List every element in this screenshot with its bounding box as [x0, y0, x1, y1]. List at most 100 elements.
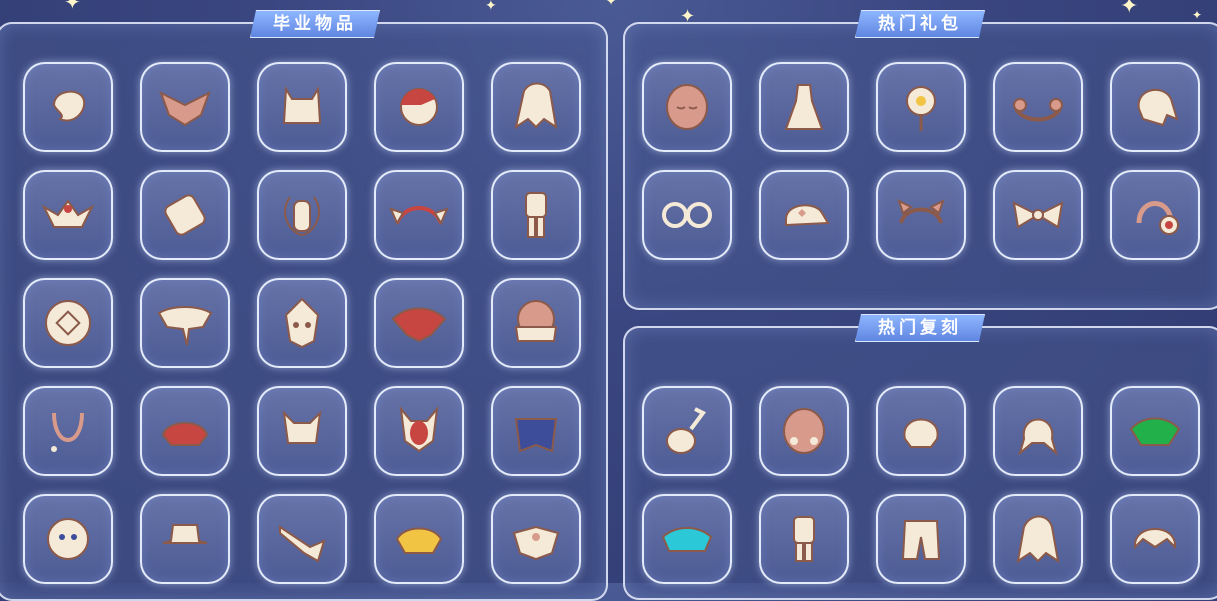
hot-reruns-grid	[642, 386, 1200, 584]
item-slot[interactable]	[491, 494, 581, 584]
item-slot[interactable]	[23, 62, 113, 152]
hot-packs-grid	[642, 62, 1200, 260]
item-slot[interactable]	[257, 494, 347, 584]
shield-ornament-icon	[36, 291, 100, 355]
star-icon: ✦	[64, 0, 81, 14]
long-hair-icon	[504, 75, 568, 139]
round-mask-icon	[36, 507, 100, 571]
item-slot[interactable]	[140, 62, 230, 152]
hair-curl-icon	[36, 75, 100, 139]
round-glasses-icon	[655, 183, 719, 247]
short-hair-icon	[1123, 507, 1187, 571]
section-title-hot-reruns: 热门复刻	[855, 314, 985, 342]
flower-headband-icon	[1006, 75, 1070, 139]
jester-collar-icon	[36, 183, 100, 247]
section-title-hot-packs: 热门礼包	[855, 10, 985, 38]
item-slot[interactable]	[23, 278, 113, 368]
star-icon: ✦	[1120, 0, 1139, 19]
item-slot[interactable]	[23, 386, 113, 476]
item-slot[interactable]	[759, 170, 849, 260]
item-slot[interactable]	[642, 170, 732, 260]
item-slot[interactable]	[257, 386, 347, 476]
section-title-graduation: 毕业物品	[250, 10, 380, 38]
headphones-icon	[1123, 183, 1187, 247]
item-slot[interactable]	[23, 170, 113, 260]
item-slot[interactable]	[876, 62, 966, 152]
item-slot[interactable]	[257, 62, 347, 152]
crescent-mask-icon	[387, 75, 451, 139]
item-slot[interactable]	[491, 62, 581, 152]
item-slot[interactable]	[23, 494, 113, 584]
item-slot[interactable]	[491, 170, 581, 260]
ponytail-hair-icon	[1123, 75, 1187, 139]
item-slot[interactable]	[876, 386, 966, 476]
red-cape-short-icon	[153, 399, 217, 463]
horned-red-mask-icon	[387, 399, 451, 463]
twin-tails-hair-icon	[1006, 399, 1070, 463]
curly-hair-icon	[1006, 507, 1070, 571]
item-slot[interactable]	[993, 62, 1083, 152]
item-slot[interactable]	[876, 494, 966, 584]
item-slot[interactable]	[1110, 386, 1200, 476]
item-slot[interactable]	[642, 62, 732, 152]
ukulele-icon	[655, 399, 719, 463]
blush-mask-icon	[772, 399, 836, 463]
item-slot[interactable]	[759, 386, 849, 476]
hat-icon	[153, 507, 217, 571]
item-slot[interactable]	[759, 62, 849, 152]
star-icon: ✦	[485, 0, 497, 14]
item-slot[interactable]	[374, 170, 464, 260]
item-slot[interactable]	[1110, 494, 1200, 584]
item-slot[interactable]	[374, 494, 464, 584]
graduation-items-grid	[23, 62, 581, 584]
item-slot[interactable]	[876, 170, 966, 260]
cap-icon	[772, 183, 836, 247]
star-icon: ✦	[1192, 8, 1203, 22]
bow-icon	[1006, 183, 1070, 247]
yellow-cape-icon	[387, 507, 451, 571]
pants-icon	[889, 507, 953, 571]
item-slot[interactable]	[374, 278, 464, 368]
item-slot[interactable]	[257, 170, 347, 260]
horn-hair-icon	[270, 399, 334, 463]
owl-mask-icon	[270, 291, 334, 355]
item-slot[interactable]	[759, 494, 849, 584]
item-slot[interactable]	[140, 170, 230, 260]
ear-headband-icon	[889, 183, 953, 247]
item-slot[interactable]	[140, 494, 230, 584]
dress-outfit-icon	[772, 75, 836, 139]
item-slot[interactable]	[642, 494, 732, 584]
flower-icon	[889, 75, 953, 139]
white-collar-cape-icon	[504, 507, 568, 571]
star-icon: ✦	[606, 0, 617, 8]
scarf-mask-icon	[504, 291, 568, 355]
sleepy-mask-icon	[655, 75, 719, 139]
cyan-cape-icon	[655, 507, 719, 571]
item-slot[interactable]	[140, 386, 230, 476]
moon-mask-icon	[270, 183, 334, 247]
item-slot[interactable]	[257, 278, 347, 368]
necklace-icon	[36, 399, 100, 463]
item-slot[interactable]	[374, 386, 464, 476]
cape-wings-icon	[153, 75, 217, 139]
item-slot[interactable]	[491, 278, 581, 368]
item-slot[interactable]	[1110, 62, 1200, 152]
item-slot[interactable]	[1110, 170, 1200, 260]
scroll-instrument-icon	[153, 183, 217, 247]
item-slot[interactable]	[642, 386, 732, 476]
white-cape-icon	[153, 291, 217, 355]
wing-headband-icon	[387, 183, 451, 247]
item-slot[interactable]	[491, 386, 581, 476]
item-slot[interactable]	[140, 278, 230, 368]
red-cape-icon	[387, 291, 451, 355]
item-slot[interactable]	[993, 494, 1083, 584]
horned-hood-icon	[270, 75, 334, 139]
horn-instrument-icon	[270, 507, 334, 571]
item-slot[interactable]	[993, 386, 1083, 476]
item-slot[interactable]	[374, 62, 464, 152]
green-cape-icon	[1123, 399, 1187, 463]
item-slot[interactable]	[993, 170, 1083, 260]
twin-buns-hair-icon	[889, 399, 953, 463]
blue-cape-icon	[504, 399, 568, 463]
white-outfit-icon	[772, 507, 836, 571]
